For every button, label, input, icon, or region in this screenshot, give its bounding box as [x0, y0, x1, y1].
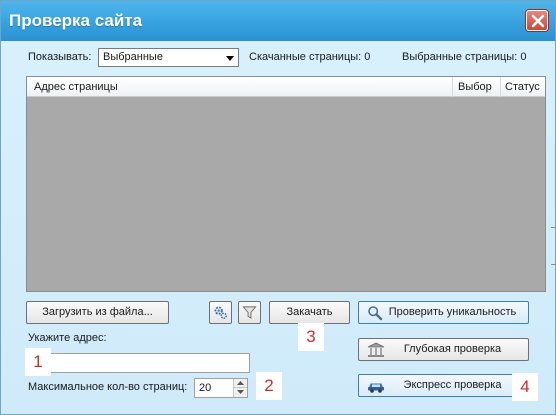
show-label: Показывать:	[28, 51, 92, 63]
annotation-number-1: 1	[25, 348, 51, 376]
express-check-label: Экспресс проверка	[403, 379, 502, 391]
gear-icon	[214, 306, 227, 319]
show-filter-value: Выбранные	[103, 51, 163, 63]
close-icon	[531, 14, 545, 28]
download-button[interactable]: Закачать	[269, 301, 350, 324]
check-uniqueness-button[interactable]: Проверить уникальность	[358, 301, 529, 324]
annotation-number-4: 4	[512, 373, 538, 401]
title-bar[interactable]: Проверка сайта	[1, 1, 555, 41]
deep-check-label: Глубокая проверка	[403, 343, 502, 355]
car-icon	[368, 383, 384, 393]
window-title: Проверка сайта	[9, 11, 143, 30]
chevron-down-icon	[226, 56, 234, 61]
magnifier-icon	[368, 306, 383, 321]
bank-icon	[367, 342, 385, 357]
column-header-status[interactable]: Статус	[500, 77, 547, 97]
address-label: Укажите адрес:	[28, 332, 107, 344]
chevron-down-icon	[237, 390, 244, 394]
selected-pages-count: Выбранные страницы: 0	[402, 51, 527, 63]
max-pages-spinner	[233, 379, 247, 397]
divider	[551, 264, 555, 265]
chevron-up-icon	[237, 381, 244, 385]
filter-button[interactable]	[238, 301, 261, 324]
column-header-select[interactable]: Выбор	[452, 77, 500, 97]
pages-list-header: Адрес страницы Выбор Статус	[27, 77, 545, 97]
stepper-up-button[interactable]	[234, 379, 247, 388]
express-check-button[interactable]: Экспресс проверка	[358, 374, 529, 397]
site-check-window: Проверка сайта Показывать: Выбранные Ска…	[0, 0, 556, 415]
max-pages-value: 20	[199, 382, 212, 394]
downloaded-pages-count: Скачанные страницы: 0	[249, 51, 371, 63]
stepper-down-button[interactable]	[234, 388, 247, 397]
close-button[interactable]	[526, 10, 548, 31]
check-uniqueness-label: Проверить уникальность	[388, 306, 517, 318]
deep-check-button[interactable]: Глубокая проверка	[358, 338, 529, 361]
address-input[interactable]	[47, 353, 250, 373]
annotation-number-3: 3	[298, 323, 324, 351]
max-pages-label: Максимальное кол-во страниц:	[28, 381, 188, 393]
pages-list[interactable]: Адрес страницы Выбор Статус	[26, 76, 546, 292]
annotation-number-2: 2	[256, 372, 282, 400]
column-header-address[interactable]: Адрес страницы	[27, 77, 452, 97]
settings-button[interactable]	[209, 301, 232, 324]
max-pages-stepper[interactable]: 20	[194, 378, 248, 398]
show-filter-select[interactable]: Выбранные	[98, 48, 239, 67]
divider	[551, 227, 555, 228]
load-from-file-button[interactable]: Загрузить из файла...	[26, 301, 169, 324]
filter-icon	[242, 306, 257, 320]
